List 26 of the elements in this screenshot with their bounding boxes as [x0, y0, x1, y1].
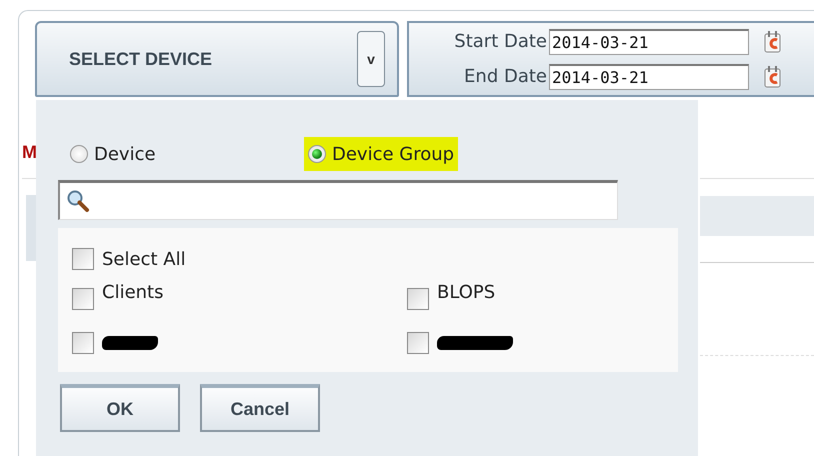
checkbox[interactable]	[72, 332, 94, 354]
calendar-icon[interactable]	[763, 30, 783, 54]
search-field[interactable]	[58, 180, 618, 220]
dialog-button[interactable]: OK	[60, 384, 180, 432]
radio-button[interactable]	[70, 145, 88, 163]
checkbox[interactable]	[407, 288, 429, 310]
redaction-mark	[102, 336, 158, 350]
checkbox[interactable]	[407, 332, 429, 354]
date-field[interactable]: 2014-03-21	[549, 28, 749, 54]
radio-button[interactable]	[308, 145, 326, 163]
device-selector[interactable]: SELECT DEVICE v	[35, 21, 399, 97]
checkbox-label: Clients	[102, 282, 164, 303]
calendar-icon[interactable]	[763, 64, 783, 88]
checkbox[interactable]	[72, 248, 94, 270]
date-label: Start Date	[453, 31, 547, 52]
checkbox[interactable]	[72, 288, 94, 310]
radio-label: Device Group	[332, 144, 454, 164]
dialog-button[interactable]: Cancel	[200, 384, 320, 432]
checkbox-label: Select All	[102, 249, 186, 270]
search-icon	[66, 189, 90, 213]
checkbox-label: BLOPS	[437, 282, 496, 303]
radio-label: Device	[94, 144, 156, 164]
dropdown-caret[interactable]: v	[357, 31, 385, 87]
date-label: End Date	[463, 66, 547, 87]
date-field[interactable]: 2014-03-21	[549, 64, 749, 90]
page-text-fragment: M	[22, 142, 37, 163]
